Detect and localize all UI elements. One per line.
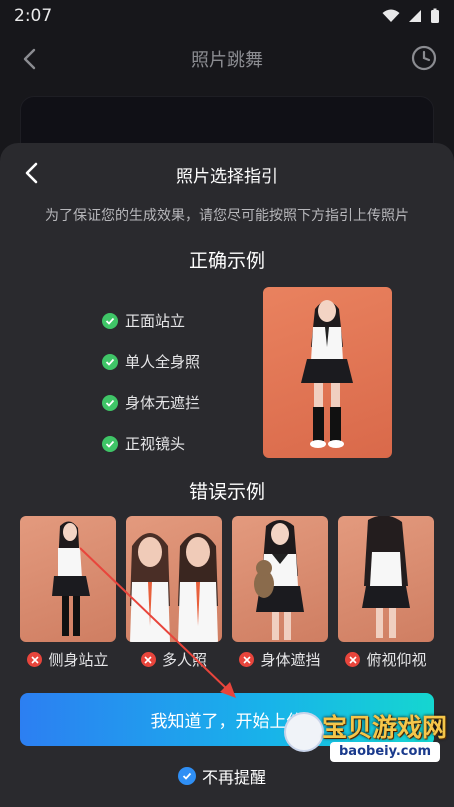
page-title: 照片跳舞 <box>191 50 263 71</box>
multi-person-photo <box>126 516 222 642</box>
wrong-example-card: 多人照 <box>126 516 222 670</box>
angled-view-photo <box>338 516 434 642</box>
watermark-url: baobeiy.com <box>330 742 440 762</box>
correct-checklist: 正面站立 单人全身照 身体无遮拦 正视镜头 <box>102 300 200 464</box>
check-icon <box>102 312 118 329</box>
watermark-text: 宝贝游戏网 <box>322 713 448 742</box>
sheet-subtitle: 为了保证您的生成效果，请您尽可能按照下方指引上传照片 <box>45 208 409 224</box>
wrong-item-label: 俯视仰视 <box>366 651 427 669</box>
wrong-item: 俯视仰视 <box>338 649 434 670</box>
history-clock-icon[interactable] <box>410 44 438 72</box>
check-item-label: 单人全身照 <box>125 353 201 371</box>
wrong-example-card: 侧身站立 <box>20 516 116 670</box>
check-item: 正面站立 <box>102 300 200 341</box>
wifi-icon <box>382 9 400 22</box>
error-x-icon <box>27 652 43 667</box>
wrong-item: 侧身站立 <box>20 649 116 670</box>
check-icon <box>102 353 118 370</box>
error-x-icon <box>239 652 255 667</box>
wrong-item: 多人照 <box>126 649 222 670</box>
check-item: 正视镜头 <box>102 423 200 464</box>
wrong-item-label: 多人照 <box>161 651 207 669</box>
side-standing-photo <box>20 516 116 642</box>
wrong-item: 身体遮挡 <box>232 649 328 670</box>
body-blocked-photo <box>232 516 328 642</box>
wrong-example-card: 身体遮挡 <box>232 516 328 670</box>
error-x-icon <box>140 652 156 667</box>
sheet-title: 照片选择指引 <box>176 167 278 187</box>
wrong-item-label: 身体遮挡 <box>260 651 321 669</box>
checkbox-checked-icon[interactable] <box>178 767 196 785</box>
correct-example-title: 正确示例 <box>188 250 265 272</box>
error-x-icon <box>345 652 361 667</box>
status-time: 2:07 <box>14 6 53 26</box>
check-item-label: 正面站立 <box>125 312 186 330</box>
wrong-example-card: 俯视仰视 <box>338 516 434 670</box>
battery-icon <box>431 8 439 23</box>
standing-girl-illustration <box>301 300 353 448</box>
wrong-examples: 侧身站立 多人照 身体遮挡 俯视仰视 <box>20 516 434 676</box>
check-item-label: 身体无遮拦 <box>125 394 201 412</box>
correct-example-photo <box>263 287 392 458</box>
dont-remind-checkbox[interactable]: 不再提醒 <box>178 764 266 788</box>
check-icon <box>102 435 118 452</box>
top-app-bar: 照片跳舞 <box>0 34 454 82</box>
wrong-example-title: 错误示例 <box>188 481 265 503</box>
status-bar: 2:07 <box>0 0 454 32</box>
status-icons <box>382 8 440 24</box>
watermark-logo: 宝贝游戏网 baobeiy.com <box>282 708 452 792</box>
wrong-item-label: 侧身站立 <box>48 651 109 669</box>
signal-icon <box>409 10 421 22</box>
check-icon <box>102 394 118 411</box>
check-item-label: 正视镜头 <box>125 435 186 453</box>
check-item: 身体无遮拦 <box>102 382 200 423</box>
sheet-header: 照片选择指引 <box>0 143 454 203</box>
dont-remind-label: 不再提醒 <box>202 768 267 787</box>
check-item: 单人全身照 <box>102 341 200 382</box>
gamepad-logo-icon <box>284 712 324 752</box>
